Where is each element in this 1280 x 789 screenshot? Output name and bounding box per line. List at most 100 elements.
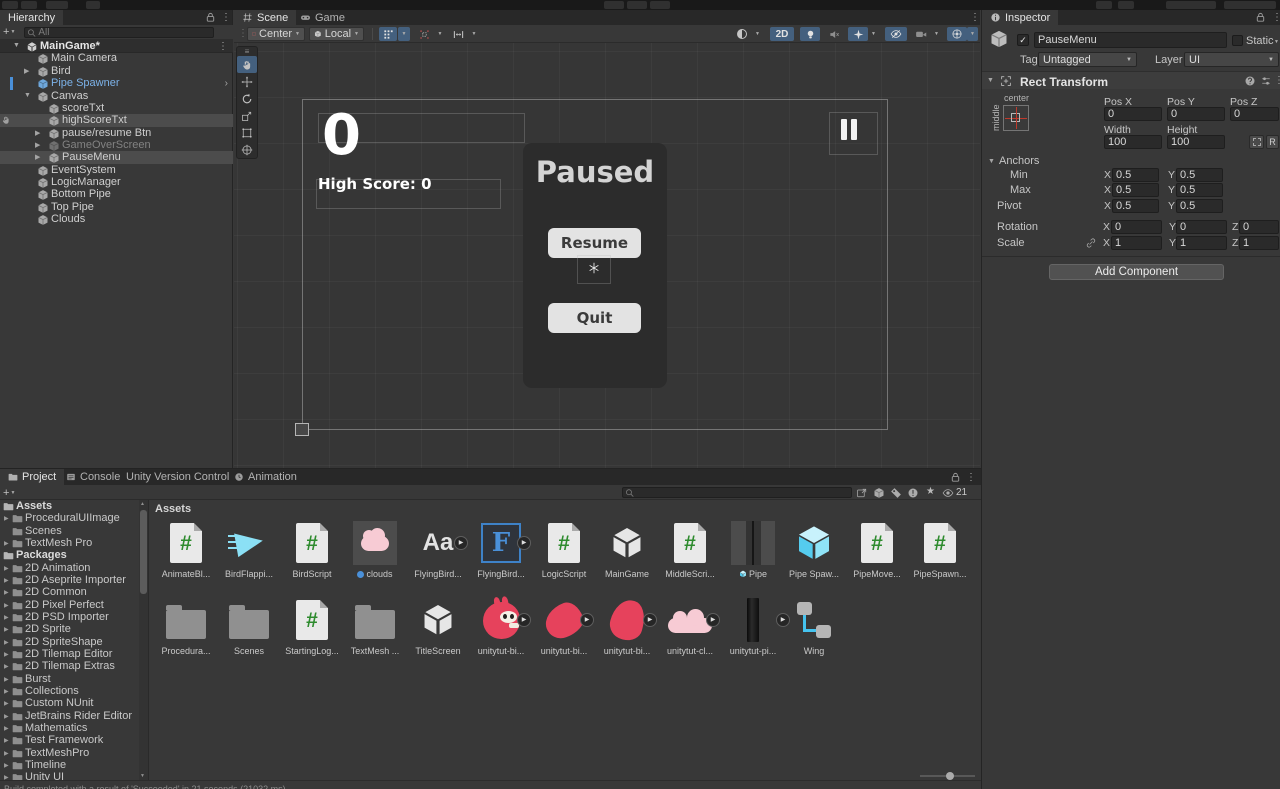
favorites-icon[interactable]: ★ <box>926 486 935 497</box>
asset-tile[interactable]: # AnimateBl... <box>158 520 214 579</box>
tree-row[interactable]: ▶2D Pixel Perfect <box>0 599 139 611</box>
anchor-max-x-field[interactable] <box>1112 183 1159 197</box>
pos-z-field[interactable] <box>1230 107 1279 121</box>
anchor-min-y-field[interactable] <box>1176 168 1223 182</box>
asset-tile[interactable]: ▶ unitytut-bi... <box>599 597 655 656</box>
active-checkbox[interactable]: ✓ <box>1017 34 1029 46</box>
effects-button[interactable] <box>848 27 868 41</box>
scale-y-field[interactable] <box>1176 236 1227 250</box>
asset-tile[interactable]: Aa ▶ FlyingBird... <box>410 520 466 579</box>
hidden-objects-button[interactable] <box>885 27 907 41</box>
play-button[interactable] <box>604 1 624 9</box>
hierarchy-search-input[interactable] <box>38 28 211 38</box>
layers-button[interactable] <box>1118 1 1134 9</box>
rotation-x-field[interactable] <box>1111 220 1162 234</box>
hierarchy-row[interactable]: Bottom Pipe <box>0 188 233 201</box>
tree-row[interactable]: Scenes <box>0 525 139 537</box>
tree-row[interactable]: ▶TextMeshPro <box>0 747 139 759</box>
tree-row[interactable]: ▶2D Sprite <box>0 623 139 635</box>
play-arrow-badge[interactable]: ▶ <box>643 613 657 627</box>
tree-row[interactable]: ▶2D Animation <box>0 562 139 574</box>
tree-row[interactable]: ▶2D Tilemap Editor <box>0 648 139 660</box>
asset-tile[interactable]: # MiddleScri... <box>662 520 718 579</box>
foldout-icon[interactable]: ▶ <box>24 67 29 75</box>
lock-icon[interactable] <box>950 472 961 483</box>
help-icon[interactable] <box>1244 75 1256 87</box>
asset-tile[interactable]: MainGame <box>599 520 655 579</box>
anchor-max-y-field[interactable] <box>1176 183 1223 197</box>
layers-dropdown[interactable] <box>1166 1 1216 9</box>
hierarchy-row-selected[interactable]: ▶ PauseMenu <box>0 151 233 164</box>
kebab-menu-icon[interactable]: ⋮ <box>966 472 976 483</box>
hand-tool-button[interactable] <box>237 56 257 73</box>
kebab-menu-icon[interactable]: ⋮ <box>218 41 228 52</box>
rotation-y-field[interactable] <box>1176 220 1227 234</box>
pivot-y-field[interactable] <box>1176 199 1223 213</box>
rect-corner-handle[interactable] <box>295 423 309 436</box>
asset-tile[interactable]: Procedura... <box>158 597 214 656</box>
play-arrow-badge[interactable]: ▶ <box>706 613 720 627</box>
foldout-icon[interactable]: ▼ <box>988 158 995 165</box>
panel-splitter[interactable] <box>148 500 149 780</box>
account-button[interactable] <box>2 1 18 9</box>
tree-scrollbar[interactable]: ▲ ▼ <box>139 500 148 780</box>
blueprint-mode-button[interactable] <box>1249 135 1264 149</box>
asset-tile[interactable]: ▶ unitytut-bi... <box>473 597 529 656</box>
tree-row[interactable]: ▶Test Framework <box>0 734 139 746</box>
search-everywhere-button[interactable] <box>1096 1 1112 9</box>
cloud-button[interactable] <box>21 1 37 9</box>
pause-button[interactable] <box>627 1 647 9</box>
tool-handle-rotation-dropdown[interactable]: Local ▼ <box>309 27 364 41</box>
width-field[interactable] <box>1104 135 1162 149</box>
tree-row[interactable]: ▶2D SpriteShape <box>0 636 139 648</box>
project-search-input[interactable] <box>636 488 849 498</box>
play-arrow-badge[interactable]: ▶ <box>517 536 531 550</box>
services-button[interactable] <box>46 1 68 9</box>
asset-tile[interactable]: # LogicScript <box>536 520 592 579</box>
shading-mode-caret[interactable]: ▼ <box>752 27 763 41</box>
anchor-min-x-field[interactable] <box>1112 168 1159 182</box>
asset-tile[interactable]: Wing <box>786 597 842 656</box>
asset-tile[interactable]: # PipeMove... <box>849 520 905 579</box>
resume-button[interactable]: Resume <box>548 228 641 258</box>
transform-tool-button[interactable] <box>237 141 257 158</box>
tree-row[interactable]: ▶ TextMesh Pro <box>0 537 139 549</box>
create-object-button[interactable]: +▼ <box>3 26 15 38</box>
asset-tile[interactable]: TitleScreen <box>410 597 466 656</box>
scene-camera-caret[interactable]: ▼ <box>931 27 942 41</box>
undo-button[interactable] <box>86 1 100 9</box>
raw-edit-mode-button[interactable]: R <box>1266 135 1279 149</box>
step-button[interactable] <box>650 1 670 9</box>
tab-game[interactable]: Game <box>292 10 353 25</box>
palette-menu-icon[interactable]: ≡ <box>237 47 257 56</box>
presets-icon[interactable] <box>1260 75 1272 87</box>
layout-dropdown[interactable] <box>1224 1 1276 9</box>
rotate-tool-button[interactable] <box>237 90 257 107</box>
lock-icon[interactable] <box>1255 12 1266 23</box>
grid-snap-caret[interactable]: ▼ <box>468 27 480 41</box>
tab-inspector[interactable]: Inspector <box>982 10 1058 25</box>
link-scale-icon[interactable] <box>1085 237 1097 249</box>
2d-mode-button[interactable]: 2D <box>770 27 794 41</box>
anchor-preset-widget[interactable] <box>1003 105 1029 131</box>
high-score-text[interactable]: High Score: 0 <box>318 175 432 193</box>
pos-y-field[interactable] <box>1167 107 1225 121</box>
foldout-icon[interactable]: ▶ <box>35 141 40 149</box>
tree-row[interactable]: ▶Timeline <box>0 759 139 771</box>
grid-visibility-button[interactable] <box>379 27 397 41</box>
effects-caret[interactable]: ▼ <box>868 27 879 41</box>
tree-row[interactable]: ▶Collections <box>0 685 139 697</box>
hierarchy-row-selected[interactable]: highScoreTxt <box>0 114 233 127</box>
kebab-menu-icon[interactable]: ⋮ <box>970 12 980 23</box>
audio-mute-button[interactable] <box>824 27 844 41</box>
scale-tool-button[interactable] <box>237 107 257 124</box>
rect-transform-header[interactable]: ▼ Rect Transform ⋮ <box>982 71 1280 89</box>
asset-tile[interactable]: Pipe <box>725 520 781 579</box>
tree-row[interactable]: ▶Custom NUnit <box>0 697 139 709</box>
open-search-window-icon[interactable] <box>856 487 868 499</box>
shading-mode-button[interactable] <box>732 27 752 41</box>
asset-tile[interactable]: BirdFlappi... <box>221 520 277 579</box>
tag-dropdown[interactable]: Untagged ▼ <box>1038 52 1137 67</box>
scene-viewport[interactable]: ≡ 0 High Score: 0 Paused Resume <box>234 43 980 468</box>
tree-row[interactable]: ▶Mathematics <box>0 722 139 734</box>
